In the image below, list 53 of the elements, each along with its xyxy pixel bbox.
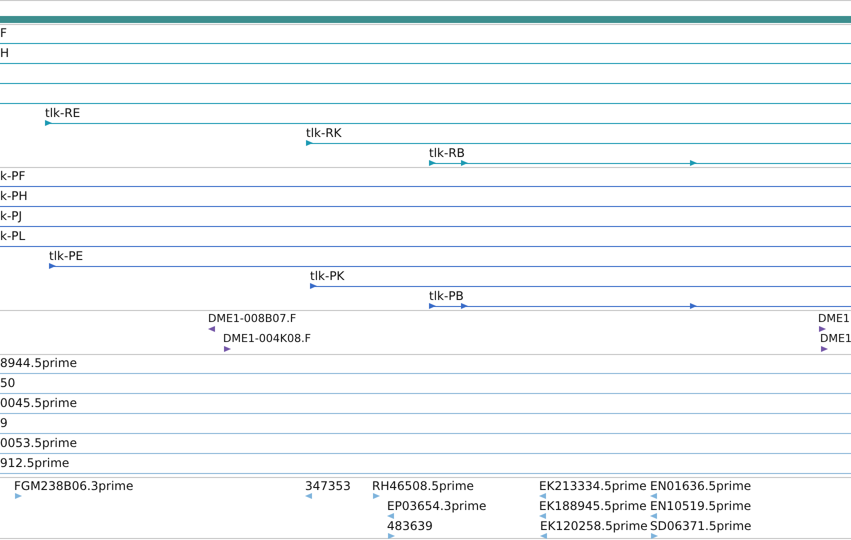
feature-label: EP03654.3prime	[387, 499, 486, 513]
feature-label: 0053.5prime	[0, 436, 77, 450]
feature-label: DME1	[820, 332, 851, 346]
gene-model-drawing[interactable]	[0, 470, 851, 476]
feature-label: H	[0, 46, 10, 60]
feature-label: tlk-PK	[310, 269, 344, 283]
gene-model-drawing[interactable]	[0, 430, 851, 436]
gene-model-drawing[interactable]	[0, 410, 851, 416]
feature-label: SD06371.5prime	[650, 519, 752, 533]
gene-model-drawing[interactable]	[0, 223, 851, 229]
feature-label: 483639	[387, 519, 433, 533]
gene-model-drawing[interactable]	[310, 283, 851, 289]
feature-label: DME1	[818, 312, 850, 326]
feature-label: RH46508.5prime	[372, 479, 474, 493]
feature-label: k-PJ	[0, 209, 22, 223]
feature-label: k-PH	[0, 189, 28, 203]
gene-model-drawing[interactable]	[0, 203, 851, 209]
feature-label: 912.5prime	[0, 456, 70, 470]
feature-label: F	[0, 26, 7, 40]
gene-model-drawing[interactable]	[0, 80, 851, 86]
feature-label: FGM238B06.3prime	[14, 479, 134, 493]
gene-model-drawing[interactable]	[0, 183, 851, 189]
gene-model-drawing[interactable]	[49, 263, 851, 269]
feature-label: tlk-PE	[49, 249, 84, 263]
gene-model-drawing[interactable]	[429, 160, 851, 166]
gene-model-drawing[interactable]	[306, 140, 851, 146]
gene-model-drawing[interactable]	[429, 303, 851, 309]
feature-label: 50	[0, 376, 16, 390]
gene-model-drawing[interactable]	[0, 450, 851, 456]
gene-model-drawing[interactable]	[0, 60, 851, 66]
feature-label: 347353	[305, 479, 351, 493]
gene-model-drawing[interactable]	[0, 243, 851, 249]
gene-model-drawing[interactable]	[0, 370, 851, 376]
feature-label: 9	[0, 416, 8, 430]
feature-label: EK188945.5prime	[539, 499, 647, 513]
feature-label: tlk-RB	[429, 146, 465, 160]
feature-label: EN10519.5prime	[650, 499, 752, 513]
feature-label: tlk-PB	[429, 289, 464, 303]
feature-label: EK120258.5prime	[540, 519, 648, 533]
feature-label: EK213334.5prime	[539, 479, 647, 493]
gene-model-drawing[interactable]	[0, 40, 851, 46]
feature-label: tlk-RE	[45, 106, 80, 120]
gene-model-drawing[interactable]	[0, 390, 851, 396]
feature-label: k-PL	[0, 229, 26, 243]
feature-label: 0045.5prime	[0, 396, 77, 410]
gene-model-drawing[interactable]	[0, 100, 851, 106]
feature-label: 8944.5prime	[0, 356, 77, 370]
feature-label: EN01636.5prime	[650, 479, 752, 493]
feature-label: DME1-004K08.F	[223, 332, 311, 346]
gene-model-drawing[interactable]	[45, 120, 851, 126]
feature-label: tlk-RK	[306, 126, 342, 140]
feature-label: DME1-008B07.F	[208, 312, 296, 326]
feature-label: k-PF	[0, 169, 26, 183]
